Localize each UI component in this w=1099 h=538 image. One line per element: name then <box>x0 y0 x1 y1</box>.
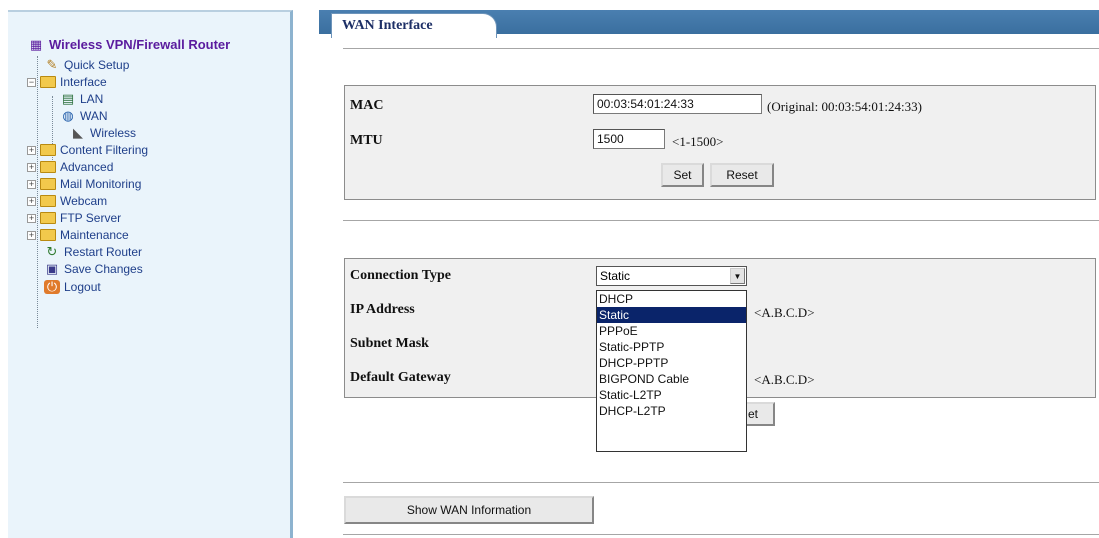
folder-open-icon <box>40 76 56 88</box>
expand-icon[interactable]: + <box>27 230 36 240</box>
sidebar-title[interactable]: ▦ Wireless VPN/Firewall Router <box>28 37 230 52</box>
sidebar-item-label: WAN <box>80 109 108 123</box>
sidebar-item-label: Wireless <box>90 126 137 140</box>
router-icon: ▦ <box>29 36 43 52</box>
option-static-pptp[interactable]: Static-PPTP <box>597 339 746 355</box>
connection-type-value: Static <box>600 269 631 283</box>
wand-icon: ✎ <box>46 57 58 72</box>
default-gateway-label: Default Gateway <box>350 370 451 385</box>
expand-icon[interactable]: + <box>27 179 36 189</box>
folder-icon <box>40 229 56 241</box>
expand-icon[interactable]: + <box>27 145 36 155</box>
sidebar-item-mail-monitoring[interactable]: + Mail Monitoring <box>27 177 141 191</box>
chevron-down-icon[interactable]: ▼ <box>730 268 745 284</box>
collapse-icon[interactable]: − <box>27 77 36 87</box>
divider <box>343 220 1099 221</box>
sidebar-item-label: Logout <box>64 280 101 294</box>
ip-address-hint: <A.B.C.D> <box>754 305 815 320</box>
option-dhcp-l2tp[interactable]: DHCP-L2TP <box>597 403 746 419</box>
mac-reset-button[interactable]: Reset <box>710 163 774 187</box>
ip-address-label: IP Address <box>350 302 415 317</box>
sidebar-item-quick-setup[interactable]: ✎ Quick Setup <box>44 57 130 73</box>
folder-icon <box>40 212 56 224</box>
sidebar-item-label: Content Filtering <box>60 143 149 157</box>
expand-icon[interactable]: + <box>27 196 36 206</box>
sidebar-item-save-changes[interactable]: ▣ Save Changes <box>44 261 143 277</box>
mtu-label: MTU <box>350 133 383 148</box>
divider <box>343 534 1099 535</box>
mtu-input[interactable]: 1500 <box>593 129 665 149</box>
mac-label: MAC <box>350 98 384 113</box>
sidebar-item-content-filtering[interactable]: + Content Filtering <box>27 143 148 157</box>
restart-icon: ↻ <box>46 244 58 259</box>
sidebar-item-restart-router[interactable]: ↻ Restart Router <box>44 244 143 260</box>
sidebar-nav: ▦ Wireless VPN/Firewall Router ✎ Quick S… <box>8 10 293 538</box>
divider <box>343 48 1099 49</box>
connection-type-label: Connection Type <box>350 268 451 283</box>
sidebar-item-webcam[interactable]: + Webcam <box>27 194 107 208</box>
tree-guide-line <box>37 56 38 328</box>
folder-icon <box>40 144 56 156</box>
option-dhcp-pptp[interactable]: DHCP-PPTP <box>597 355 746 371</box>
sidebar-item-ftp-server[interactable]: + FTP Server <box>27 211 121 225</box>
sidebar-item-maintenance[interactable]: + Maintenance <box>27 228 129 242</box>
wireless-icon: ◣ <box>73 125 83 140</box>
sidebar-item-wireless[interactable]: ◣ Wireless <box>70 125 137 141</box>
subnet-mask-label: Subnet Mask <box>350 336 429 351</box>
sidebar-item-label: Save Changes <box>64 262 143 276</box>
sidebar-item-label: Advanced <box>60 160 114 174</box>
globe-icon: ◍ <box>62 108 74 123</box>
sidebar-item-advanced[interactable]: + Advanced <box>27 160 113 174</box>
option-pppoe[interactable]: PPPoE <box>597 323 746 339</box>
sidebar-item-label: Maintenance <box>60 228 129 242</box>
sidebar-item-label: Quick Setup <box>64 58 130 72</box>
folder-icon <box>40 195 56 207</box>
connection-set-button[interactable]: et <box>743 402 775 426</box>
option-static[interactable]: Static <box>597 307 746 323</box>
sidebar-item-interface[interactable]: − Interface <box>27 75 107 89</box>
sidebar-item-label: Restart Router <box>64 245 143 259</box>
save-icon: ▣ <box>45 261 59 276</box>
sidebar-item-label: Webcam <box>60 194 108 208</box>
sidebar-item-label: Mail Monitoring <box>60 177 142 191</box>
show-wan-information-button[interactable]: Show WAN Information <box>344 496 594 524</box>
folder-icon <box>40 178 56 190</box>
logout-icon: ⏻ <box>44 280 60 294</box>
default-gateway-hint: <A.B.C.D> <box>754 372 815 387</box>
mac-input[interactable]: 00:03:54:01:24:33 <box>593 94 762 114</box>
connection-type-select[interactable]: Static ▼ <box>596 266 747 286</box>
expand-icon[interactable]: + <box>27 162 36 172</box>
divider <box>343 482 1099 483</box>
sidebar-item-label: Interface <box>60 75 107 89</box>
network-icon: ▤ <box>61 91 75 106</box>
folder-icon <box>40 161 56 173</box>
mac-original-text: (Original: 00:03:54:01:24:33) <box>767 99 922 114</box>
sidebar-item-label: FTP Server <box>60 211 122 225</box>
sidebar-item-wan[interactable]: ◍ WAN <box>60 108 108 124</box>
option-static-l2tp[interactable]: Static-L2TP <box>597 387 746 403</box>
expand-icon[interactable]: + <box>27 213 36 223</box>
sidebar-item-logout[interactable]: ⏻ Logout <box>44 280 101 294</box>
option-dhcp[interactable]: DHCP <box>597 291 746 307</box>
sidebar-item-lan[interactable]: ▤ LAN <box>60 91 104 107</box>
mac-set-button[interactable]: Set <box>661 163 704 187</box>
mtu-range-text: <1-1500> <box>672 134 724 149</box>
sidebar-title-label: Wireless VPN/Firewall Router <box>49 37 231 52</box>
option-bigpond-cable[interactable]: BIGPOND Cable <box>597 371 746 387</box>
sidebar-item-label: LAN <box>80 92 104 106</box>
connection-type-dropdown[interactable]: DHCP Static PPPoE Static-PPTP DHCP-PPTP … <box>596 290 747 452</box>
tab-wan-interface[interactable]: WAN Interface <box>331 13 497 38</box>
